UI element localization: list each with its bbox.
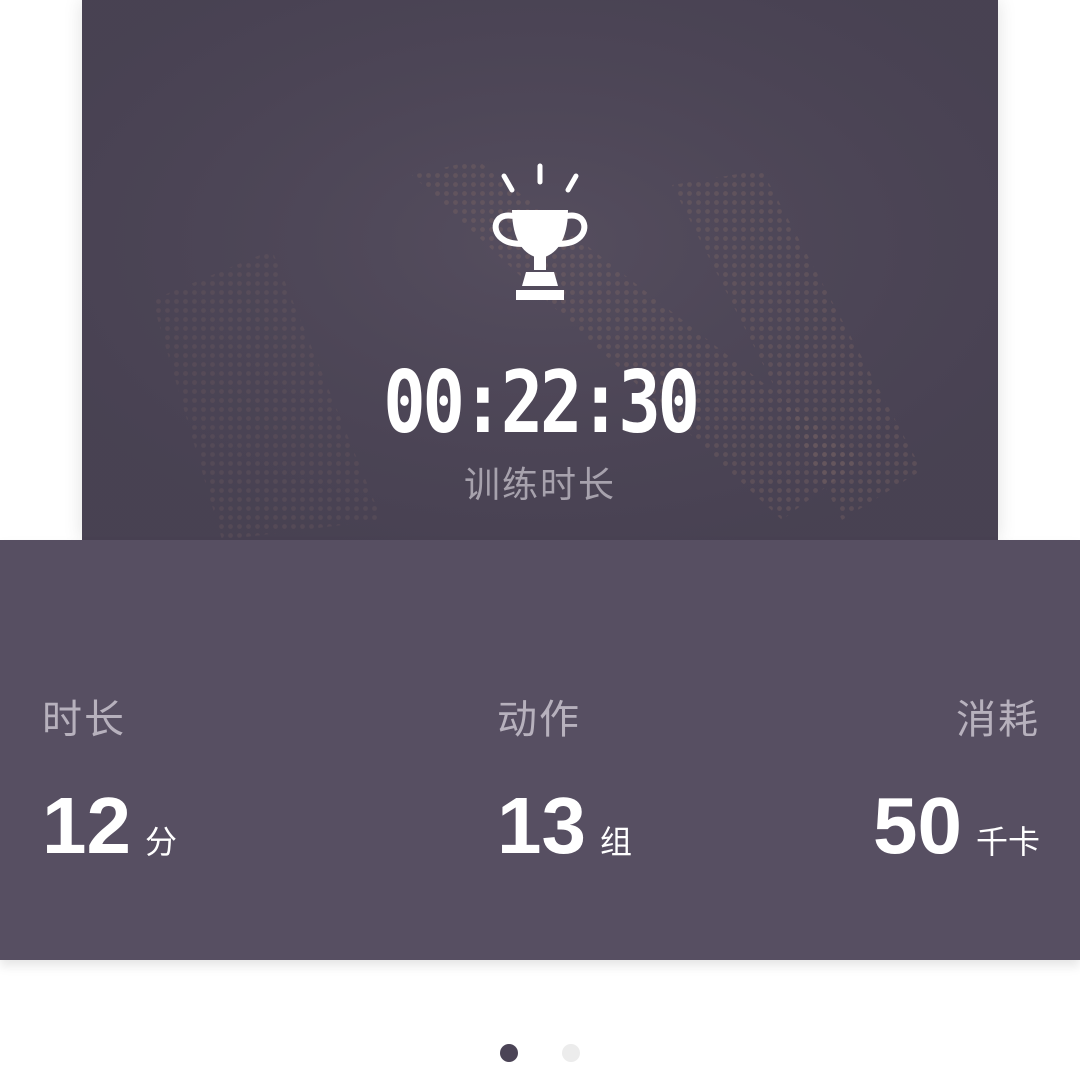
stat-calories-value-row: 50 千卡 xyxy=(873,786,1040,866)
stat-calories-value: 50 xyxy=(873,781,962,870)
stat-duration-value-row: 12 分 xyxy=(42,786,177,866)
stats-panel: 时长 12 分 动作 13 组 消耗 50 千卡 xyxy=(0,540,1080,960)
stat-duration: 时长 12 分 xyxy=(42,690,177,866)
training-time-value: 00:22:30 xyxy=(383,353,700,453)
stat-duration-value: 12 xyxy=(42,781,131,870)
stat-calories-label: 消耗 xyxy=(956,697,1040,743)
stat-calories: 消耗 50 千卡 xyxy=(873,690,1040,866)
page-dot-1[interactable] xyxy=(500,1044,519,1062)
page-indicator xyxy=(0,1044,1080,1064)
stat-actions-label: 动作 xyxy=(497,697,581,743)
workout-summary-page: 00:22:30 训练时长 时长 12 分 动作 13 组 消耗 50 千卡 xyxy=(0,0,1080,1080)
stat-duration-label: 时长 xyxy=(42,697,126,743)
training-time-label: 训练时长 xyxy=(463,465,616,506)
trophy-icon xyxy=(492,163,588,300)
stat-actions-unit: 组 xyxy=(599,823,632,861)
page-dot-2[interactable] xyxy=(561,1044,580,1062)
stat-actions-value: 13 xyxy=(497,781,586,870)
stat-calories-unit: 千卡 xyxy=(975,823,1040,861)
stat-actions: 动作 13 组 xyxy=(497,690,632,866)
summary-hero-card: 00:22:30 训练时长 xyxy=(82,0,998,540)
stat-actions-value-row: 13 组 xyxy=(497,786,632,866)
stat-duration-unit: 分 xyxy=(144,823,177,861)
